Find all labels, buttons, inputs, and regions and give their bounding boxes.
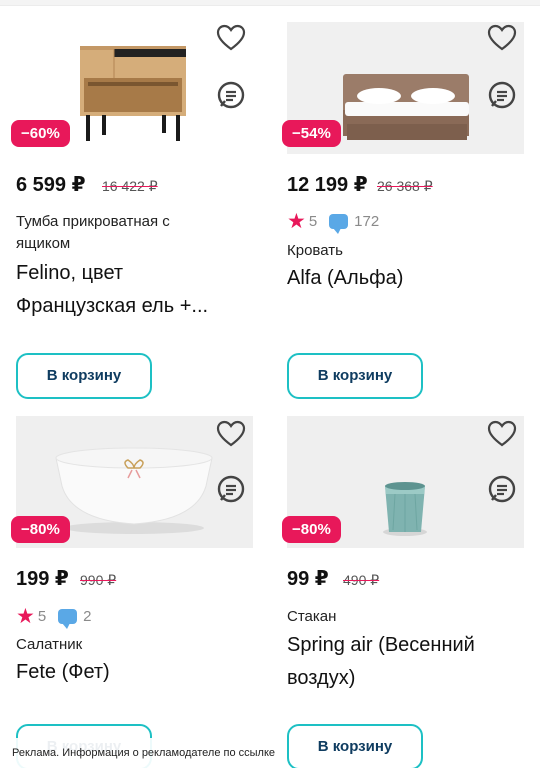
product-card-4[interactable]: −80% 99 ₽ 490 ₽ Стакан Spring air (Весен…: [282, 416, 537, 768]
star-icon: ★: [287, 210, 306, 233]
discount-badge: −80%: [282, 516, 341, 543]
review-bubble-icon: [58, 609, 78, 629]
chat-icon[interactable]: [487, 80, 517, 110]
product-name[interactable]: Spring air (Весенний воздух): [287, 629, 527, 695]
ad-notice[interactable]: Реклама. Информация о рекламодателе по с…: [0, 738, 275, 768]
chat-icon[interactable]: [216, 80, 246, 110]
rating-row: ★ 5 172: [287, 210, 380, 234]
chat-icon[interactable]: [216, 474, 246, 504]
product-card-3[interactable]: −80% 199 ₽ 990 ₽ ★ 5 2 Салатник Fete (Фе…: [11, 416, 266, 768]
product-name[interactable]: Fete (Фет): [16, 656, 246, 689]
discount-badge: −54%: [282, 120, 341, 147]
rating-row: ★ 5 2: [16, 605, 92, 629]
add-to-cart-button[interactable]: В корзину: [16, 353, 152, 399]
product-category: Кровать: [287, 242, 343, 259]
product-category: Салатник: [16, 636, 83, 653]
old-price: 16 422 ₽: [102, 178, 158, 194]
reviews[interactable]: 172: [329, 213, 380, 234]
heart-icon[interactable]: [487, 420, 517, 448]
rating-value: 5: [308, 213, 318, 230]
product-category: Стакан: [287, 608, 337, 625]
chat-icon[interactable]: [487, 474, 517, 504]
product-name[interactable]: Felino, цвет Французская ель +...: [16, 257, 241, 323]
product-card-2[interactable]: −54% 12 199 ₽ 26 368 ₽ ★ 5 172 Кровать A…: [282, 22, 537, 402]
top-divider: [0, 0, 540, 6]
price: 199 ₽: [16, 568, 69, 590]
price: 99 ₽: [287, 568, 329, 590]
price: 6 599 ₽: [16, 174, 86, 196]
product-card-1[interactable]: −60% 6 599 ₽ 16 422 ₽ Тумба прикроватная…: [11, 22, 266, 402]
heart-icon[interactable]: [216, 24, 246, 52]
reviews[interactable]: 2: [58, 608, 92, 629]
old-price: 26 368 ₽: [377, 178, 433, 194]
review-count: 2: [83, 608, 92, 625]
discount-badge: −80%: [11, 516, 70, 543]
discount-badge: −60%: [11, 120, 70, 147]
old-price: 990 ₽: [80, 572, 117, 588]
review-bubble-icon: [329, 214, 349, 234]
price: 12 199 ₽: [287, 174, 368, 196]
star-icon: ★: [16, 605, 35, 628]
old-price: 490 ₽: [343, 572, 380, 588]
product-category: Тумба прикроватная с ящиком: [16, 213, 170, 252]
rating-value: 5: [37, 608, 47, 625]
add-to-cart-button[interactable]: В корзину: [287, 353, 423, 399]
add-to-cart-button[interactable]: В корзину: [287, 724, 423, 768]
heart-icon[interactable]: [216, 420, 246, 448]
heart-icon[interactable]: [487, 24, 517, 52]
review-count: 172: [354, 213, 380, 230]
product-name[interactable]: Alfa (Альфа): [287, 262, 517, 295]
